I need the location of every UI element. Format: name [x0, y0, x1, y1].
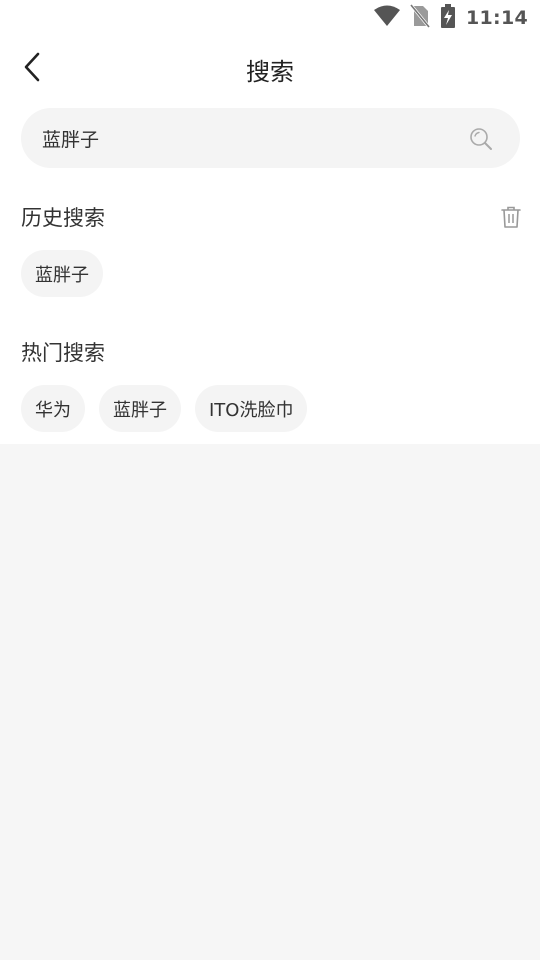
- history-title: 历史搜索: [21, 206, 105, 230]
- history-chip-list: 蓝胖子: [21, 250, 103, 297]
- header: 搜索: [0, 40, 540, 98]
- battery-charging-icon: [440, 4, 456, 32]
- search-page: 11:14 搜索 蓝胖子 历史搜索 蓝胖子 热门搜索 华为 蓝胖子 ITO洗脸巾: [0, 0, 540, 960]
- status-bar: 11:14: [0, 0, 540, 36]
- search-box[interactable]: [21, 108, 520, 168]
- hot-chip[interactable]: ITO洗脸巾: [195, 385, 308, 432]
- wifi-icon: [374, 5, 401, 31]
- hot-title: 热门搜索: [21, 341, 105, 365]
- status-icons: 11:14: [374, 4, 528, 32]
- search-icon[interactable]: [469, 127, 493, 151]
- hot-chip-list: 华为 蓝胖子 ITO洗脸巾: [21, 385, 308, 432]
- no-sim-icon: [409, 4, 431, 32]
- status-time: 11:14: [466, 7, 528, 29]
- search-panel: 11:14 搜索 蓝胖子 历史搜索 蓝胖子 热门搜索 华为 蓝胖子 ITO洗脸巾: [0, 0, 540, 444]
- page-title: 搜索: [246, 58, 294, 86]
- history-chip[interactable]: 蓝胖子: [21, 250, 103, 297]
- trash-icon[interactable]: [499, 205, 523, 229]
- hot-chip[interactable]: 蓝胖子: [99, 385, 181, 432]
- search-input[interactable]: [42, 108, 442, 168]
- hot-chip[interactable]: 华为: [21, 385, 85, 432]
